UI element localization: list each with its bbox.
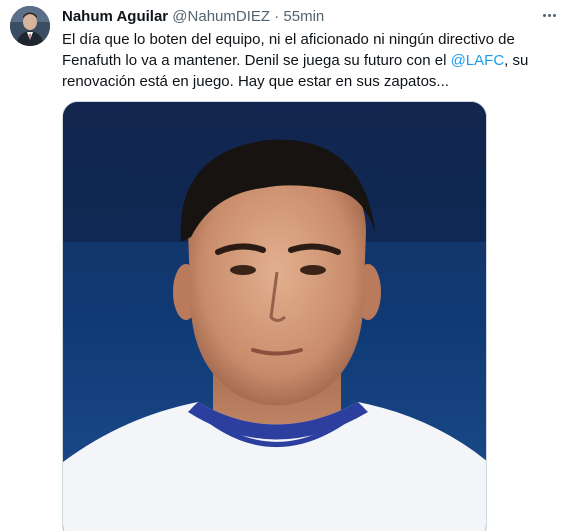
avatar[interactable] bbox=[10, 6, 50, 46]
display-name[interactable]: Nahum Aguilar bbox=[62, 8, 168, 25]
mention-link[interactable]: @LAFC bbox=[451, 52, 505, 69]
tweet-text-part1: El día que lo boten del equipo, ni el af… bbox=[62, 31, 515, 69]
timestamp[interactable]: 55min bbox=[283, 8, 324, 25]
tweet-header: Nahum Aguilar @NahumDIEZ · 55min bbox=[62, 8, 324, 26]
separator-dot: · bbox=[274, 8, 280, 25]
more-dot bbox=[542, 13, 546, 17]
tweet-photo[interactable] bbox=[62, 101, 487, 531]
tweet-text: El día que lo boten del equipo, ni el af… bbox=[62, 29, 552, 92]
tweet-card[interactable]: Nahum Aguilar @NahumDIEZ · 55min El día … bbox=[0, 0, 569, 531]
user-handle[interactable]: @NahumDIEZ bbox=[172, 8, 270, 25]
more-dot bbox=[552, 13, 556, 17]
more-options-icon[interactable] bbox=[538, 4, 560, 26]
player-photo bbox=[63, 102, 486, 531]
more-dot bbox=[547, 13, 551, 17]
avatar-image bbox=[10, 6, 50, 46]
